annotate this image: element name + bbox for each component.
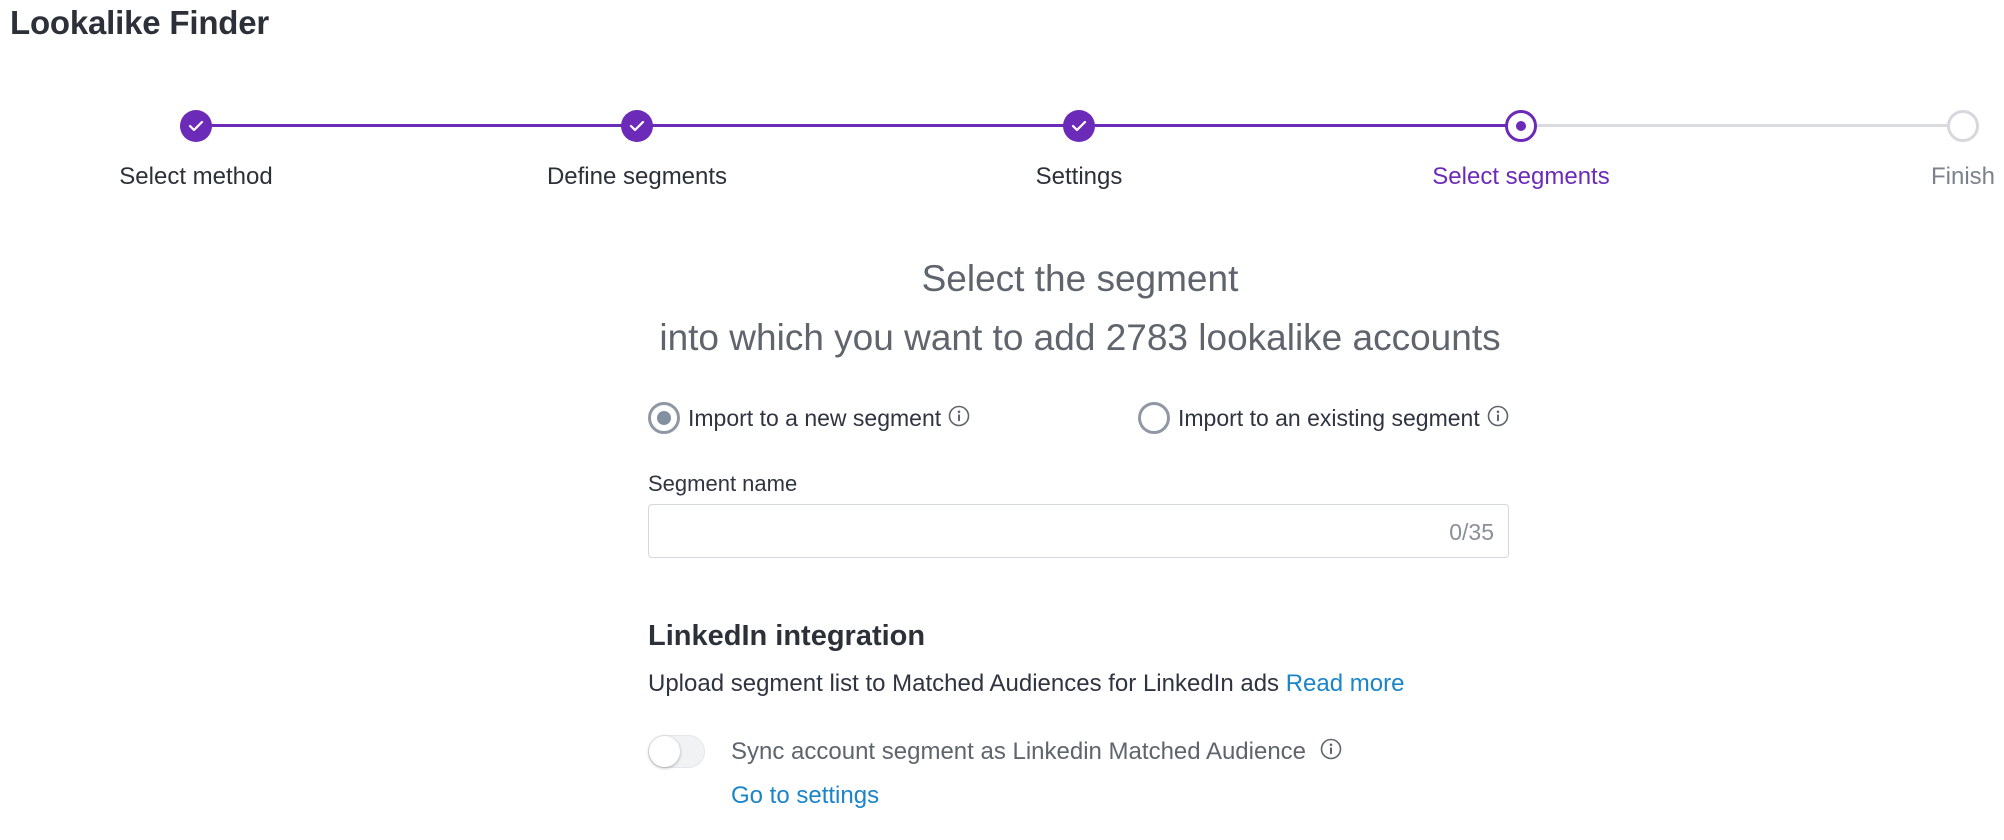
linkedin-description: Upload segment list to Matched Audiences… [648,670,1404,698]
step-label-select-segments: Select segments [1432,163,1610,190]
go-to-settings-link[interactable]: Go to settings [731,782,879,810]
info-icon[interactable] [1320,738,1342,767]
step-finish-pending-icon [1947,110,1979,142]
character-counter: 0/35 [1449,519,1494,545]
toggle-knob[interactable] [649,736,680,767]
info-icon[interactable] [1487,405,1509,432]
stepper-connector [637,124,1079,127]
segment-name-label: Segment name [648,471,798,496]
info-icon[interactable] [948,405,970,432]
step-label-settings: Settings [1035,163,1123,190]
sync-label: Sync account segment as Linkedin Matched… [731,738,1342,767]
step-select-method-check-icon [180,110,212,142]
radio-unselected-icon[interactable] [1138,402,1170,434]
radio-label: Import to a new segment [688,404,942,431]
radio-import-existing-segment[interactable]: Import to an existing segment [1138,402,1509,434]
step-define-segments-check-icon [621,110,653,142]
stepper-connector [196,124,637,127]
linkedin-description-text: Upload segment list to Matched Audiences… [648,670,1280,697]
progress-stepper: Select method Define segments Settings S… [0,0,2004,200]
step-label-select-method: Select method [119,163,273,190]
segment-name-field[interactable]: 0/35 [648,504,1509,558]
radio-import-new-segment[interactable]: Import to a new segment [648,402,970,434]
sync-toggle[interactable] [648,735,705,768]
sync-label-text: Sync account segment as Linkedin Matched… [731,738,1307,765]
page-heading: Select the segment [921,258,1239,299]
page-subheading: into which you want to add 2783 lookalik… [659,317,1501,358]
step-label-define-segments: Define segments [546,163,728,190]
step-settings-check-icon [1063,110,1095,142]
step-label-finish: Finish [1930,163,1996,190]
segment-name-input[interactable] [649,505,1441,557]
radio-selected-icon[interactable] [648,402,680,434]
read-more-link[interactable]: Read more [1286,670,1405,697]
stepper-connector [1079,124,1521,127]
step-select-segments-current-icon [1505,110,1537,142]
radio-label: Import to an existing segment [1178,404,1480,431]
stepper-connector [1521,124,1963,127]
linkedin-section-title: LinkedIn integration [648,620,926,652]
